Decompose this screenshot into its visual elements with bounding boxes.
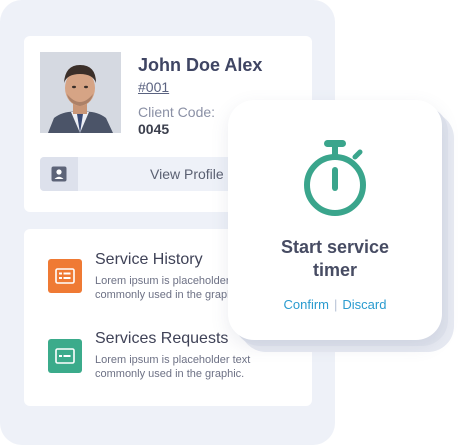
client-code-value: 0045 (138, 121, 170, 137)
client-code-label: Client Code: (138, 104, 216, 120)
contact-card-icon (40, 157, 78, 191)
request-card-icon (48, 339, 82, 373)
client-id-link[interactable]: #001 (138, 79, 169, 95)
services-requests-description: Lorem ipsum is placeholder text commonly… (95, 354, 251, 380)
service-timer-dialog: Start service timer Confirm | Discard (228, 100, 442, 340)
timer-title: Start service timer (280, 237, 390, 280)
discard-link[interactable]: Discard (342, 297, 386, 312)
confirm-link[interactable]: Confirm (284, 297, 330, 312)
history-card-icon (48, 259, 82, 293)
client-photo (40, 52, 121, 133)
client-name: John Doe Alex (138, 55, 263, 75)
action-separator: | (334, 297, 338, 312)
stopwatch-icon (300, 138, 370, 223)
services-requests-title: Services Requests (95, 330, 229, 347)
view-profile-label: View Profile (150, 166, 224, 182)
service-history-title: Service History (95, 251, 203, 268)
timer-actions: Confirm | Discard (228, 297, 442, 312)
